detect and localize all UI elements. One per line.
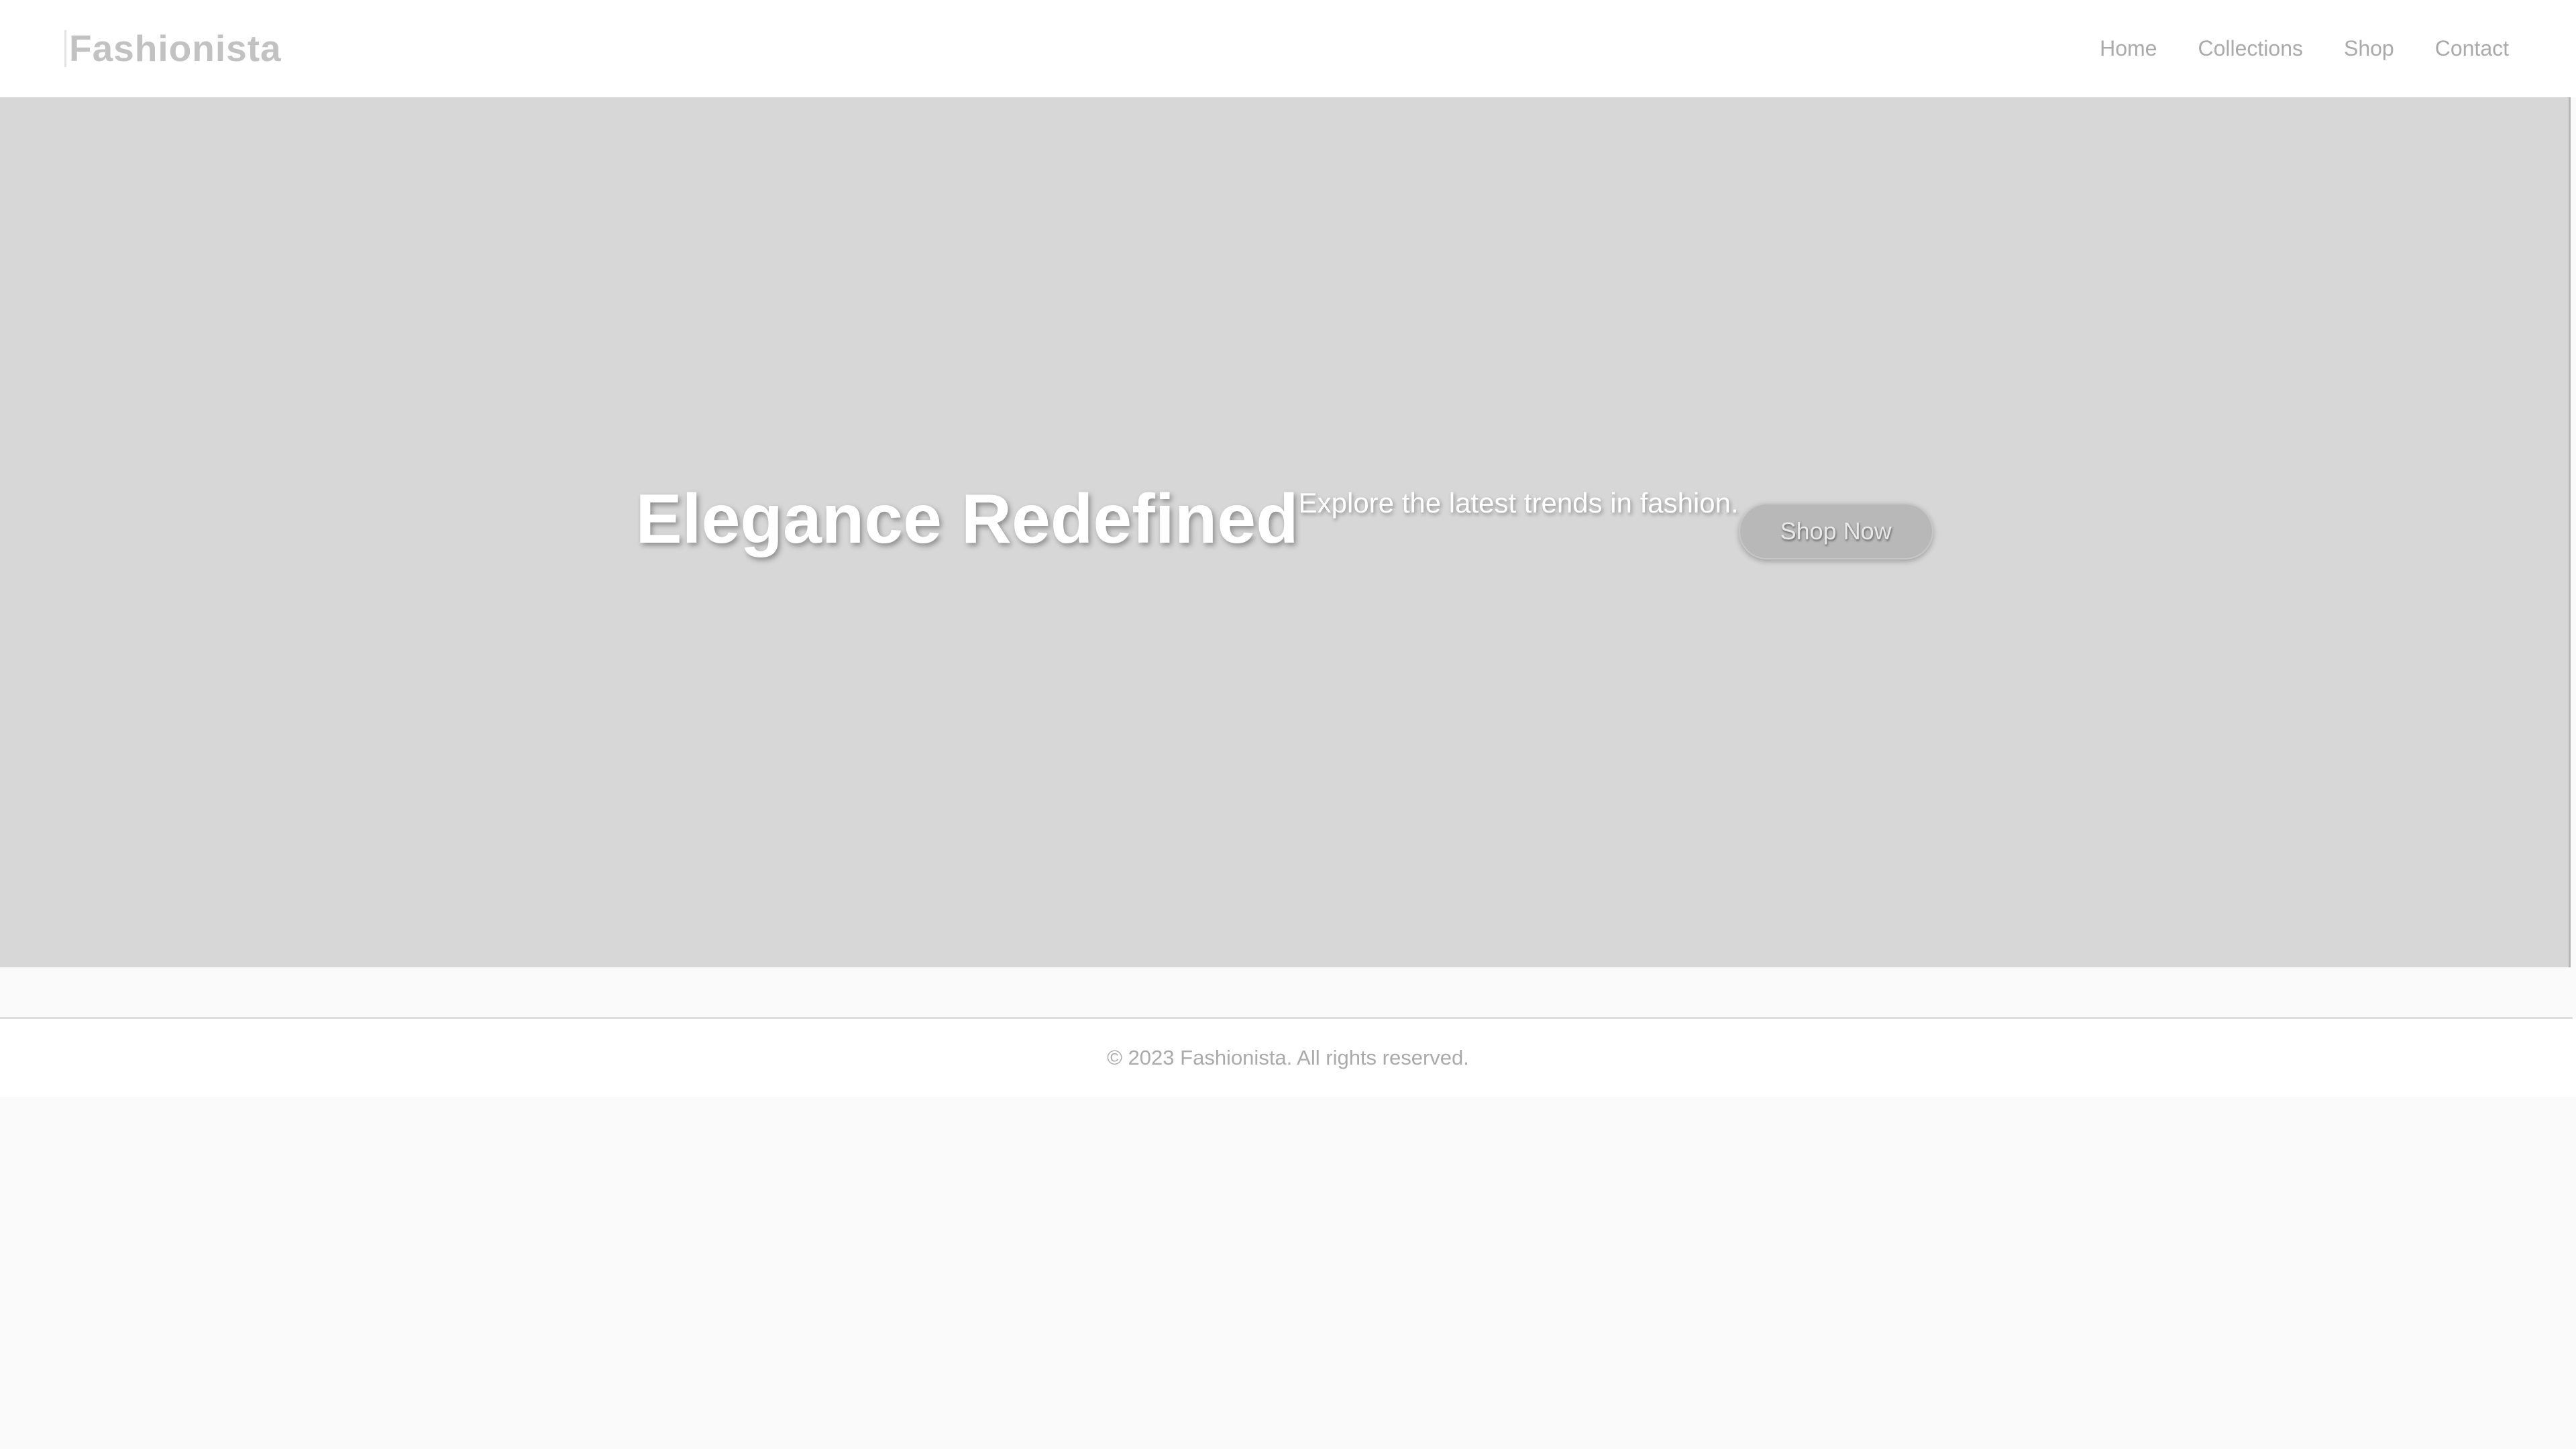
- site-header: Fashionista Home Collections Shop Contac…: [0, 0, 2576, 97]
- page: Fashionista Home Collections Shop Contac…: [0, 0, 2576, 1449]
- hero-inner: Elegance Redefined Explore the latest tr…: [635, 479, 1933, 559]
- site-footer: © 2023 Fashionista. All rights reserved.: [0, 1019, 2576, 1097]
- shop-now-button[interactable]: Shop Now: [1738, 502, 1933, 559]
- hero-title: Elegance Redefined: [635, 480, 1299, 558]
- hero-banner: Elegance Redefined Explore the latest tr…: [0, 97, 2571, 967]
- hero-content: Elegance Redefined Explore the latest tr…: [0, 97, 2569, 967]
- nav-item-collections[interactable]: Collections: [2198, 36, 2303, 61]
- main-nav: Home Collections Shop Contact: [2059, 36, 2509, 61]
- nav-item-home[interactable]: Home: [2100, 36, 2157, 61]
- site-logo[interactable]: Fashionista: [64, 30, 282, 67]
- nav-item-contact[interactable]: Contact: [2435, 36, 2509, 61]
- hero-subtitle: Explore the latest trends in fashion.: [1298, 486, 1739, 519]
- copyright-text: © 2023 Fashionista. All rights reserved.: [1107, 1046, 1469, 1069]
- nav-item-shop[interactable]: Shop: [2344, 36, 2394, 61]
